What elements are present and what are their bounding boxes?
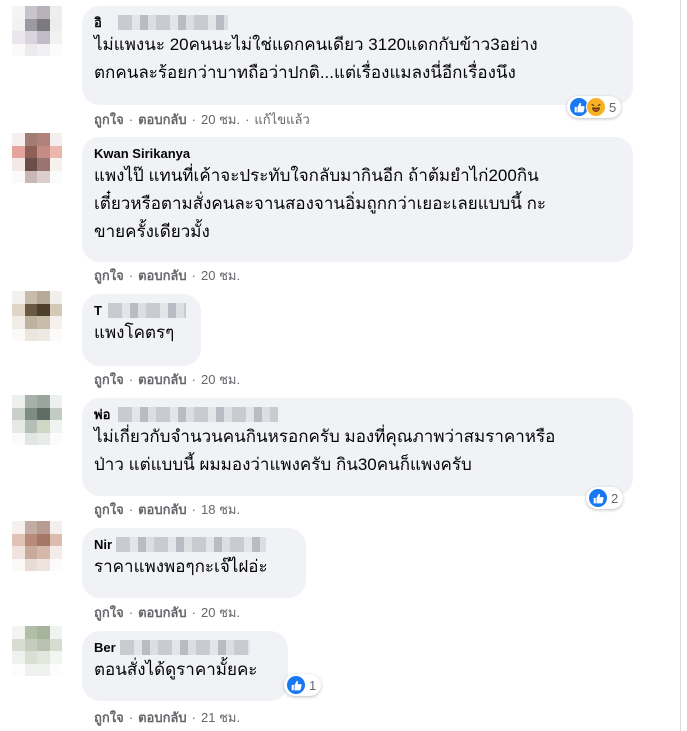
haha-icon — [586, 97, 606, 117]
timestamp[interactable]: 21 ชม. — [201, 710, 240, 725]
timestamp[interactable]: 20 ชม. — [201, 605, 240, 620]
reply-link[interactable]: ตอบกลับ — [138, 112, 187, 127]
avatar[interactable] — [12, 626, 62, 676]
separator-dot: · — [191, 112, 196, 127]
avatar[interactable] — [12, 395, 62, 445]
avatar[interactable] — [12, 521, 62, 571]
comment-text-line: ไม่แพงนะ 20คนนะไม่ใช่แดกคนเดียว 3120แดกก… — [94, 35, 538, 54]
separator-dot: · — [191, 710, 196, 725]
avatar[interactable] — [12, 6, 62, 56]
avatar[interactable] — [12, 133, 62, 183]
separator-dot: · — [191, 372, 196, 387]
reaction-summary[interactable]: 2 — [586, 487, 624, 509]
separator-dot: · — [191, 605, 196, 620]
comment-bubble: Ber ตอนสั่งได้ดูราคามั้ยคะ — [82, 631, 288, 701]
comment-text-line: ตกคนละร้อยกว่าบาทถือว่าปกติ...แต่เรื่องแ… — [94, 63, 516, 82]
separator-dot: · — [128, 605, 134, 620]
reaction-count: 2 — [611, 490, 619, 506]
comment-author[interactable]: Ber — [94, 639, 276, 656]
comment-actions: ถูกใจ · ตอบกลับ · 21 ชม. — [94, 710, 240, 726]
comment-bubble: Nir ราคาแพงพอๆกะเจ๊ไฝอ่ะ — [82, 528, 306, 598]
reaction-count: 5 — [609, 99, 617, 115]
timestamp[interactable]: 20 ชม. — [201, 268, 240, 283]
comment-author[interactable]: อิ — [94, 14, 621, 31]
avatar[interactable] — [12, 291, 62, 341]
author-name-visible[interactable]: Nir — [94, 537, 112, 552]
author-name-visible[interactable]: Ber — [94, 640, 116, 655]
separator-dot: · — [128, 268, 134, 283]
comment-author[interactable]: พ่อ — [94, 406, 621, 423]
author-name-visible[interactable]: Kwan Sirikanya — [94, 146, 190, 161]
comment-text-line: แพงโคตรๆ — [94, 323, 175, 342]
comment-actions: ถูกใจ · ตอบกลับ · 18 ชม. — [94, 502, 240, 518]
comment-text-line: ป่าว แต่แบบนี้ ผมมองว่าแพงครับ กิน30คนก็… — [94, 455, 472, 474]
author-name-redacted — [116, 537, 266, 552]
author-name-visible[interactable]: อิ — [94, 15, 102, 30]
comment-actions: ถูกใจ · ตอบกลับ · 20 ชม. — [94, 268, 240, 284]
comment-bubble: อิ ไม่แพงนะ 20คนนะไม่ใช่แดกคนเดียว 3120แ… — [82, 6, 633, 105]
comment-actions: ถูกใจ · ตอบกลับ · 20 ชม. · แก้ไขแล้ว — [94, 112, 310, 128]
separator-dot: · — [245, 112, 250, 127]
comment-text-line: ตอนสั่งได้ดูราคามั้ยคะ — [94, 660, 258, 679]
reaction-summary[interactable]: 1 — [284, 674, 322, 696]
author-name-redacted — [120, 640, 250, 655]
reply-link[interactable]: ตอบกลับ — [138, 372, 187, 387]
author-name-visible[interactable]: T — [94, 303, 102, 318]
like-link[interactable]: ถูกใจ — [94, 710, 124, 725]
separator-dot: · — [191, 502, 196, 517]
separator-dot: · — [128, 112, 134, 127]
separator-dot: · — [191, 268, 196, 283]
comment-text-line: ราคาแพงพอๆกะเจ๊ไฝอ่ะ — [94, 557, 268, 576]
like-link[interactable]: ถูกใจ — [94, 268, 124, 283]
comment-author[interactable]: Kwan Sirikanya — [94, 145, 621, 162]
comment-author[interactable]: Nir — [94, 536, 294, 553]
reply-link[interactable]: ตอบกลับ — [138, 605, 187, 620]
like-icon — [286, 675, 306, 695]
comment-bubble: พ่อ ไม่เกี่ยวกับจำนวนคนกินหรอกครับ มองที… — [82, 398, 633, 496]
edited-label[interactable]: แก้ไขแล้ว — [254, 112, 309, 127]
comment-actions: ถูกใจ · ตอบกลับ · 20 ชม. — [94, 605, 240, 621]
author-name-redacted — [118, 407, 278, 422]
reaction-summary[interactable]: 5 — [567, 96, 622, 118]
comment-text-line: เตี๋ยวหรือตามสั่งคนละจานสองจานอิ่มถูกกว่… — [94, 194, 547, 213]
comment-bubble: Kwan Sirikanya แพงไป๊ แทนที่เค้าจะประทับ… — [82, 137, 633, 262]
reply-link[interactable]: ตอบกลับ — [138, 710, 187, 725]
like-link[interactable]: ถูกใจ — [94, 502, 124, 517]
reply-link[interactable]: ตอบกลับ — [138, 268, 187, 283]
separator-dot: · — [128, 502, 134, 517]
timestamp[interactable]: 18 ชม. — [201, 502, 240, 517]
timestamp[interactable]: 20 ชม. — [201, 112, 240, 127]
reaction-count: 1 — [309, 677, 317, 693]
scroll-edge-divider — [680, 0, 681, 731]
like-link[interactable]: ถูกใจ — [94, 112, 124, 127]
comment-bubble: T แพงโคตรๆ — [82, 294, 201, 366]
separator-dot: · — [128, 710, 134, 725]
reply-link[interactable]: ตอบกลับ — [138, 502, 187, 517]
like-link[interactable]: ถูกใจ — [94, 605, 124, 620]
timestamp[interactable]: 20 ชม. — [201, 372, 240, 387]
author-name-redacted — [118, 15, 228, 30]
comment-text-line: แพงไป๊ แทนที่เค้าจะประทับใจกลับมากินอีก … — [94, 166, 539, 185]
like-icon — [588, 488, 608, 508]
separator-dot: · — [128, 372, 134, 387]
comment-author[interactable]: T — [94, 302, 189, 319]
author-name-visible[interactable]: พ่อ — [94, 407, 110, 422]
comment-text-line: ไม่เกี่ยวกับจำนวนคนกินหรอกครับ มองที่คุณ… — [94, 427, 556, 446]
like-link[interactable]: ถูกใจ — [94, 372, 124, 387]
comment-text-line: ขายครั้งเดียวมั้ง — [94, 222, 210, 241]
author-name-redacted — [108, 303, 186, 318]
comment-actions: ถูกใจ · ตอบกลับ · 20 ชม. — [94, 372, 240, 388]
